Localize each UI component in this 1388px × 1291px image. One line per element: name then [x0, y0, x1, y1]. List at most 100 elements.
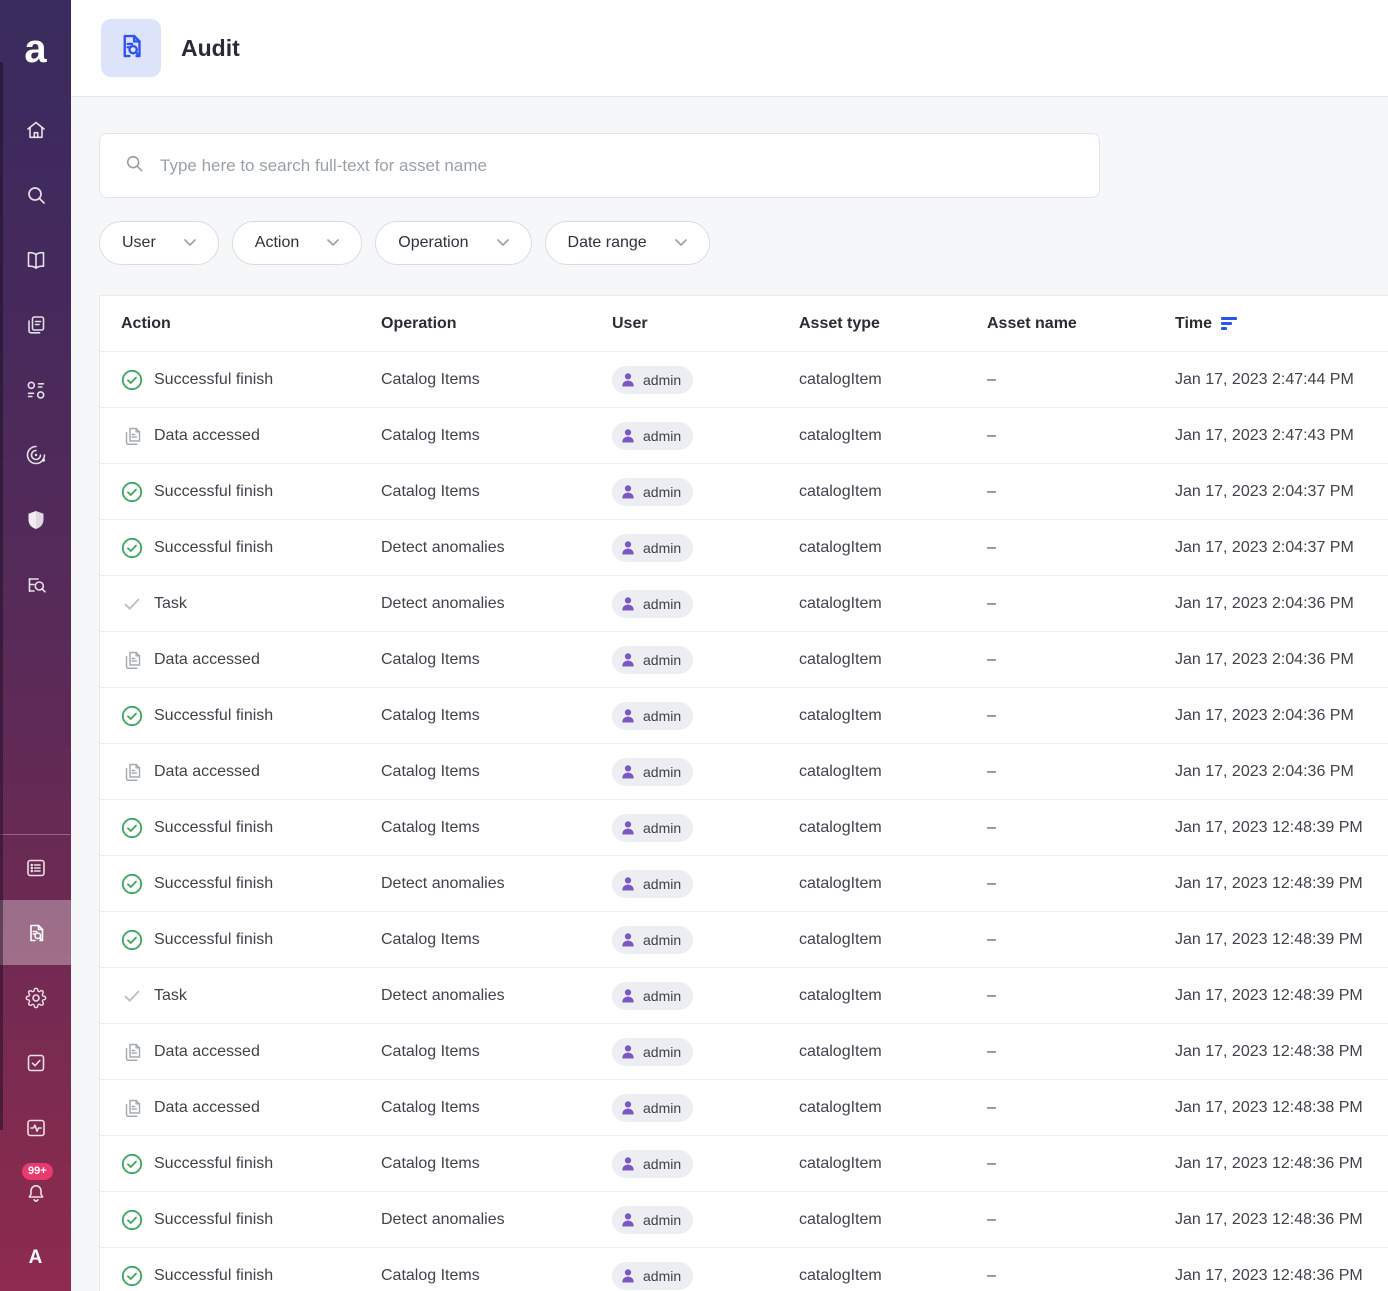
table-row[interactable]: Successful finish Detect anomalies admin… — [100, 1192, 1388, 1248]
table-row[interactable]: Successful finish Catalog Items admin ca… — [100, 800, 1388, 856]
action-status-icon — [121, 1209, 143, 1231]
table-row[interactable]: Data accessed Catalog Items admin catalo… — [100, 744, 1388, 800]
row-operation: Catalog Items — [381, 483, 612, 501]
user-pill[interactable]: admin — [612, 870, 693, 898]
user-pill[interactable]: admin — [612, 366, 693, 394]
shield-icon — [24, 508, 48, 532]
sidebar-item-glossary[interactable] — [0, 227, 71, 292]
table-row[interactable]: Data accessed Catalog Items admin catalo… — [100, 1080, 1388, 1136]
column-header-user: User — [612, 315, 799, 333]
sidebar-item-monitor[interactable] — [0, 1095, 71, 1160]
user-pill[interactable]: admin — [612, 758, 693, 786]
row-time: Jan 17, 2023 2:04:36 PM — [1175, 651, 1388, 669]
app-logo-letter: a — [24, 29, 46, 69]
table-row[interactable]: Successful finish Catalog Items admin ca… — [100, 464, 1388, 520]
user-pill[interactable]: admin — [612, 702, 693, 730]
table-row[interactable]: Data accessed Catalog Items admin catalo… — [100, 1024, 1388, 1080]
search-input[interactable] — [160, 156, 1075, 176]
column-header-asset-type: Asset type — [799, 315, 987, 333]
user-person-icon — [619, 651, 637, 669]
success-check-icon — [121, 705, 143, 727]
table-row[interactable]: Successful finish Catalog Items admin ca… — [100, 912, 1388, 968]
user-pill[interactable]: admin — [612, 1262, 693, 1290]
sidebar-item-settings[interactable] — [0, 965, 71, 1030]
user-pill[interactable]: admin — [612, 422, 693, 450]
sidebar-item-tasks[interactable] — [0, 1030, 71, 1095]
row-asset-name: – — [987, 1099, 1175, 1117]
row-asset-type: catalogItem — [799, 931, 987, 949]
user-pill[interactable]: admin — [612, 534, 693, 562]
user-pill[interactable]: admin — [612, 1038, 693, 1066]
sidebar-item-audit[interactable] — [0, 900, 71, 965]
table-row[interactable]: Successful finish Detect anomalies admin… — [100, 856, 1388, 912]
user-person-icon — [619, 483, 637, 501]
sidebar-item-insights[interactable] — [0, 357, 71, 422]
user-pill[interactable]: admin — [612, 1094, 693, 1122]
row-action-label: Data accessed — [154, 1099, 260, 1117]
user-pill[interactable]: admin — [612, 982, 693, 1010]
sidebar-item-runs[interactable] — [0, 835, 71, 900]
sidebar-item-search[interactable] — [0, 162, 71, 227]
user-person-icon — [619, 819, 637, 837]
user-pill[interactable]: admin — [612, 1206, 693, 1234]
data-accessed-copy-icon — [121, 761, 143, 783]
sidebar-item-security[interactable] — [0, 487, 71, 552]
table-row[interactable]: Successful finish Detect anomalies admin… — [100, 520, 1388, 576]
list-icon — [24, 856, 48, 880]
row-asset-type: catalogItem — [799, 1267, 987, 1285]
row-operation: Detect anomalies — [381, 595, 612, 613]
user-pill[interactable]: admin — [612, 478, 693, 506]
user-pill[interactable]: admin — [612, 646, 693, 674]
row-asset-name: – — [987, 595, 1175, 613]
row-asset-name: – — [987, 931, 1175, 949]
filter-action-label: Action — [255, 234, 299, 252]
row-action-label: Successful finish — [154, 875, 273, 893]
filter-date-range[interactable]: Date range — [545, 221, 710, 265]
table-row[interactable]: Successful finish Catalog Items admin ca… — [100, 1136, 1388, 1192]
user-pill[interactable]: admin — [612, 1150, 693, 1178]
action-status-icon — [121, 593, 143, 615]
user-person-icon — [619, 371, 637, 389]
row-operation: Catalog Items — [381, 1155, 612, 1173]
sidebar-item-notifications[interactable]: 99+ — [0, 1160, 71, 1225]
table-row[interactable]: Successful finish Catalog Items admin ca… — [100, 1248, 1388, 1291]
action-status-icon — [121, 705, 143, 727]
success-check-icon — [121, 929, 143, 951]
app-logo[interactable]: a — [0, 0, 71, 97]
sidebar: a 99+ A — [0, 0, 71, 1291]
sidebar-item-assets[interactable] — [0, 292, 71, 357]
notification-badge: 99+ — [22, 1163, 53, 1180]
sidebar-item-home[interactable] — [0, 97, 71, 162]
row-user-label: admin — [643, 652, 681, 668]
sidebar-item-lineage[interactable] — [0, 422, 71, 487]
sidebar-scrollbar[interactable] — [0, 62, 3, 1130]
book-icon — [24, 248, 48, 272]
filter-action[interactable]: Action — [232, 221, 362, 265]
table-row[interactable]: Data accessed Catalog Items admin catalo… — [100, 632, 1388, 688]
action-status-icon — [121, 817, 143, 839]
filter-user[interactable]: User — [99, 221, 219, 265]
row-time: Jan 17, 2023 2:04:36 PM — [1175, 707, 1388, 725]
sidebar-item-query-logs[interactable] — [0, 552, 71, 617]
user-person-icon — [619, 1155, 637, 1173]
task-check-icon — [121, 985, 143, 1007]
avatar-letter: A — [29, 1247, 43, 1269]
table-row[interactable]: Data accessed Catalog Items admin catalo… — [100, 408, 1388, 464]
pulse-icon — [24, 1116, 48, 1140]
row-asset-type: catalogItem — [799, 427, 987, 445]
row-time: Jan 17, 2023 2:04:36 PM — [1175, 763, 1388, 781]
user-pill[interactable]: admin — [612, 590, 693, 618]
sort-descending-icon[interactable] — [1221, 317, 1241, 330]
row-time: Jan 17, 2023 2:47:44 PM — [1175, 371, 1388, 389]
table-row[interactable]: Task Detect anomalies admin catalogItem … — [100, 576, 1388, 632]
row-action-label: Successful finish — [154, 931, 273, 949]
user-pill[interactable]: admin — [612, 814, 693, 842]
filter-operation[interactable]: Operation — [375, 221, 531, 265]
table-row[interactable]: Task Detect anomalies admin catalogItem … — [100, 968, 1388, 1024]
user-pill[interactable]: admin — [612, 926, 693, 954]
table-row[interactable]: Successful finish Catalog Items admin ca… — [100, 688, 1388, 744]
row-asset-type: catalogItem — [799, 1043, 987, 1061]
filter-bar: User Action Operation Date range — [99, 221, 1388, 265]
avatar[interactable]: A — [0, 1225, 71, 1291]
table-row[interactable]: Successful finish Catalog Items admin ca… — [100, 352, 1388, 408]
